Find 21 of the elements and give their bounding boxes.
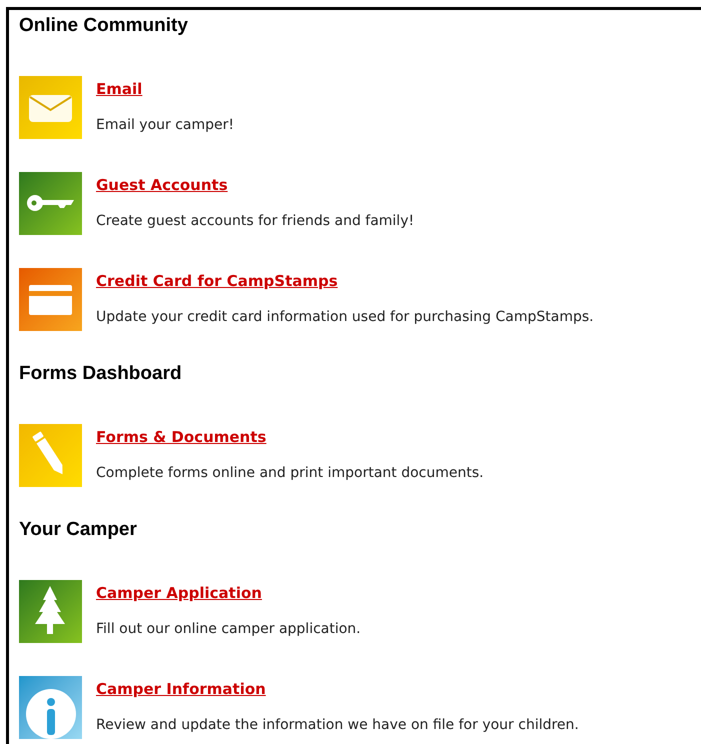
section-heading: Your Camper: [19, 518, 138, 542]
key-icon: [19, 172, 82, 235]
section-heading: Forms Dashboard: [19, 362, 183, 386]
title-link[interactable]: Camper Application: [96, 583, 262, 603]
title-link[interactable]: Forms & Documents: [96, 427, 266, 447]
description-text: Fill out our online camper application.: [96, 620, 361, 639]
title-link[interactable]: Guest Accounts: [96, 175, 228, 195]
section-heading: Online Community: [19, 14, 189, 38]
description-text: Create guest accounts for friends and family!: [96, 212, 414, 231]
description-text: Update your credit card information used for purchasing CampStamps.: [96, 308, 594, 327]
title-link[interactable]: Camper Information: [96, 679, 266, 699]
info-icon: [19, 676, 82, 739]
description-text: Review and update the information we have on file for your children.: [96, 716, 579, 735]
envelope-icon: [19, 76, 82, 139]
description-text: Email your camper!: [96, 116, 234, 135]
pencil-icon: [19, 424, 82, 487]
description-text: Complete forms online and print important documents.: [96, 464, 484, 483]
tree-icon: [19, 580, 82, 643]
credit-card-icon: [19, 268, 82, 331]
title-link[interactable]: Credit Card for CampStamps: [96, 271, 338, 291]
title-link[interactable]: Email: [96, 79, 142, 99]
